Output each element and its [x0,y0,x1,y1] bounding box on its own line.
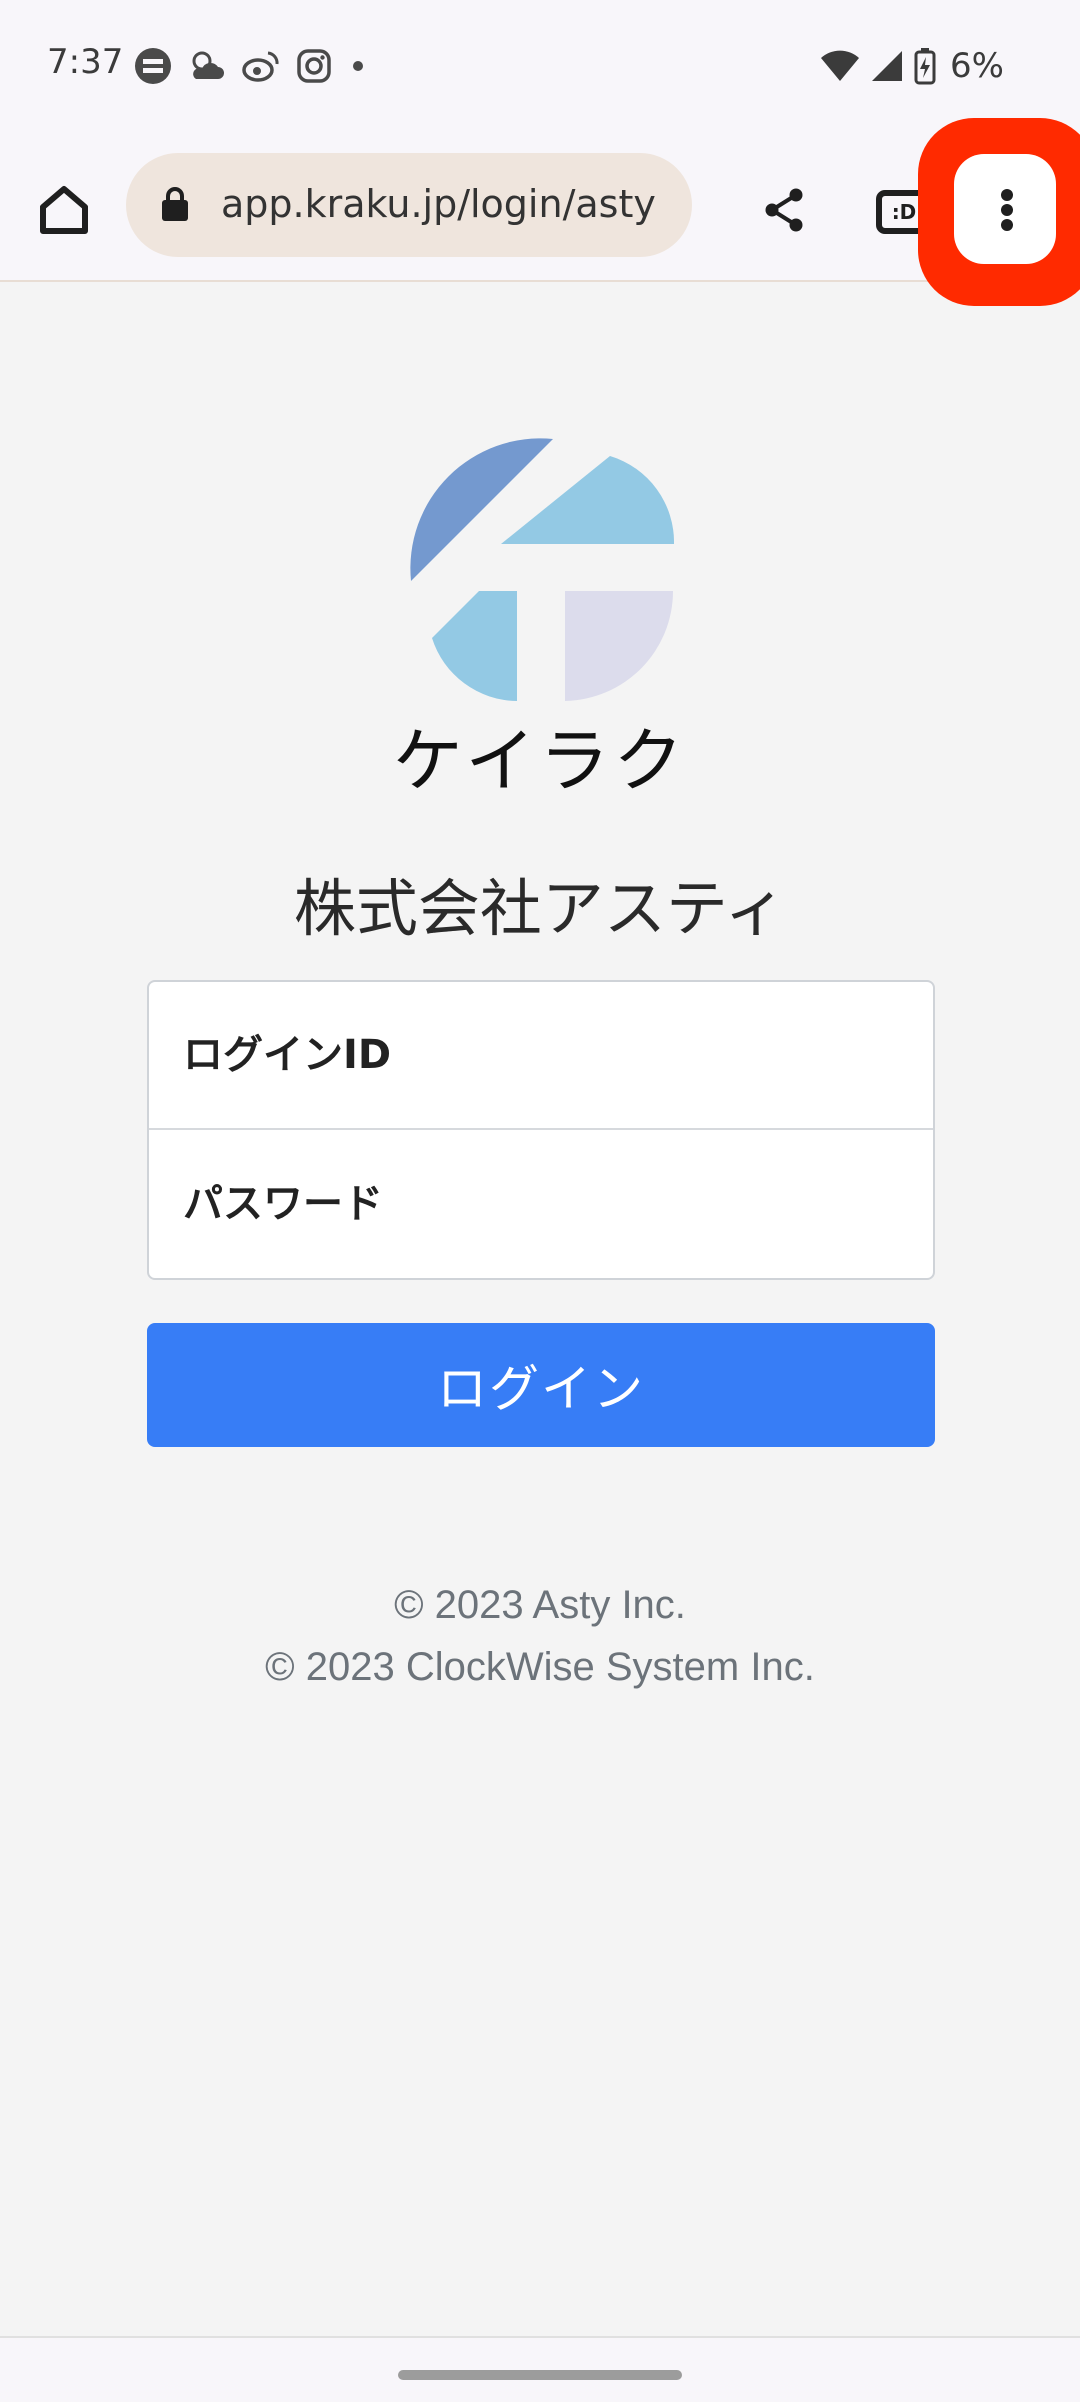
password-input[interactable] [149,1130,933,1278]
lock-icon [160,185,190,227]
footer: © 2023 Asty Inc. © 2023 ClockWise System… [0,1574,1080,1698]
navigation-bar [0,2336,1080,2402]
share-button[interactable] [744,170,824,250]
overflow-menu-icon-dot [1001,219,1013,231]
instagram-icon [296,48,332,84]
status-time: 7:37 [47,42,124,82]
weather-icon [188,49,226,83]
login-form [147,980,935,1280]
overflow-menu-button[interactable] [954,154,1056,264]
company-name: 株式会社アスティ [293,872,787,945]
system-status-icons: 6% [820,42,1004,90]
status-bar: 7:37 6% [0,0,1080,132]
notification-icons [134,46,368,86]
tab-badge: :D [891,200,917,224]
address-bar[interactable]: app.kraku.jp/login/asty [126,153,692,257]
copyright-asty: © 2023 Asty Inc. [394,1583,686,1627]
home-gesture-handle[interactable] [398,2370,682,2380]
weibo-icon [242,49,280,83]
wifi-icon [820,49,860,83]
password-field-wrapper [149,1130,933,1278]
battery-percent: 6% [950,46,1004,86]
cell-signal-icon [870,49,904,83]
url-text: app.kraku.jp/login/asty [221,182,656,226]
overflow-menu-icon [1001,189,1013,201]
share-icon [765,188,803,232]
login-id-field-wrapper [149,982,933,1130]
home-icon [40,186,88,234]
more-notifications-dot [348,56,368,76]
login-button[interactable]: ログイン [147,1323,935,1447]
login-id-input[interactable] [149,982,933,1128]
copyright-clockwise: © 2023 ClockWise System Inc. [265,1645,815,1689]
keiraku-logo [410,438,674,701]
home-button[interactable] [24,170,104,250]
brand-name: ケイラク [392,720,688,802]
zozotown-icon [134,47,172,85]
overflow-menu-icon-dot [1001,204,1013,216]
battery-charging-icon [914,47,936,85]
